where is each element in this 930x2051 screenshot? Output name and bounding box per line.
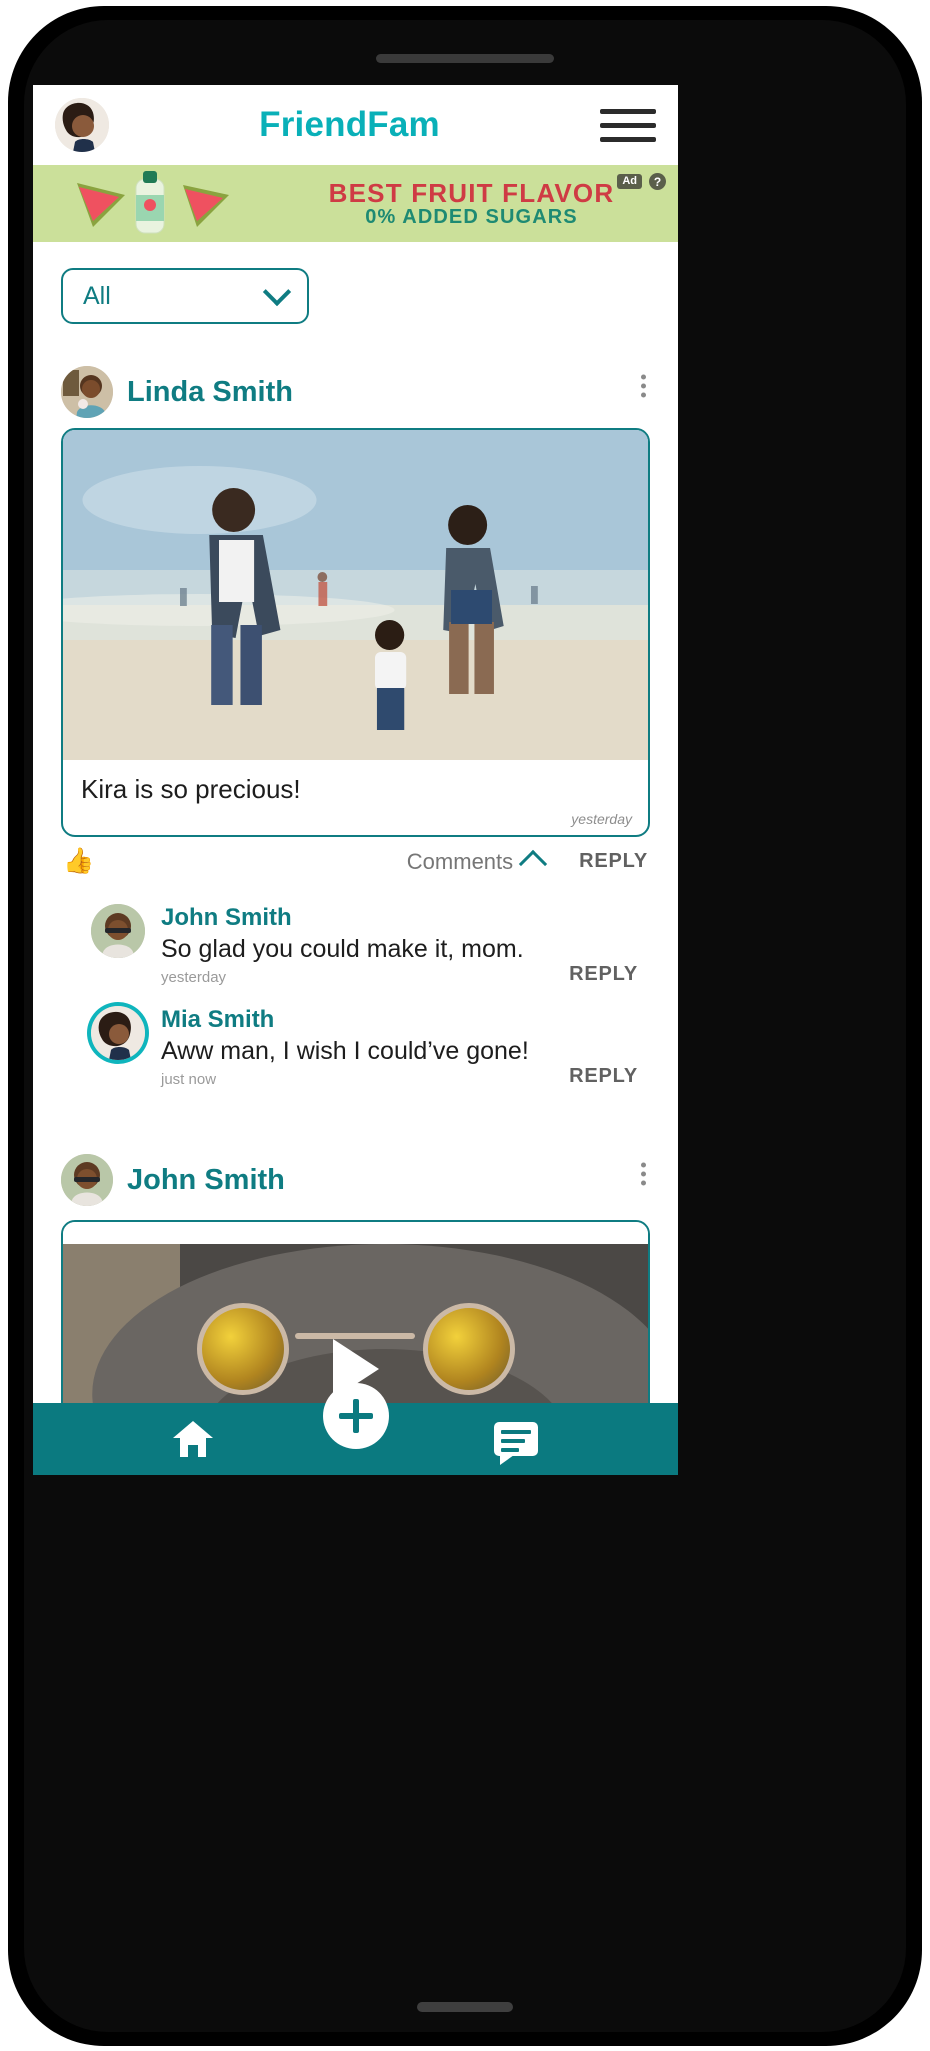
post-media-card: Kira is so precious! yesterday — [61, 428, 650, 837]
ad-headline: BEST FRUIT FLAVOR — [328, 178, 615, 209]
phone-speaker — [376, 54, 554, 63]
ad-artwork — [33, 165, 271, 242]
post-author[interactable]: Linda Smith — [127, 376, 293, 409]
comment-item: John Smith So glad you could make it, mo… — [91, 898, 650, 1000]
chat-icon[interactable] — [493, 1422, 538, 1465]
screenshot-root: FriendFam BEST FRUIT FLAVOR 0% ADDED SUG… — [0, 0, 930, 2051]
comment-list: John Smith So glad you could make it, mo… — [61, 880, 650, 1102]
ad-banner[interactable]: BEST FRUIT FLAVOR 0% ADDED SUGARS Ad ? — [33, 165, 678, 242]
avatar[interactable] — [91, 904, 145, 958]
more-options-icon[interactable] — [641, 1162, 646, 1186]
chevron-up-icon — [519, 849, 548, 878]
create-post-button[interactable] — [322, 1383, 389, 1449]
phone-home-indicator — [417, 2002, 513, 2012]
comments-toggle[interactable]: Comments — [406, 848, 548, 878]
ad-copy: BEST FRUIT FLAVOR 0% ADDED SUGARS — [265, 180, 678, 227]
reply-button[interactable]: REPLY — [579, 850, 648, 873]
comments-label: Comments — [406, 848, 514, 874]
post-author[interactable]: John Smith — [127, 1164, 285, 1197]
feed-filter-value: All — [83, 281, 111, 310]
more-options-icon[interactable] — [641, 374, 646, 398]
avatar[interactable] — [61, 1154, 113, 1206]
post-actions: Comments REPLY — [406, 848, 648, 878]
post-action-row: 👍 Comments REPLY — [61, 837, 650, 880]
video-top-strip — [63, 1222, 648, 1244]
thumbs-up-icon[interactable]: 👍 — [63, 847, 94, 876]
comment-item: Mia Smith Aww man, I wish I could’ve gon… — [91, 1000, 650, 1102]
app-screen: FriendFam BEST FRUIT FLAVOR 0% ADDED SUG… — [33, 85, 678, 1475]
filter-row: All — [33, 242, 678, 344]
page-title: FriendFam — [259, 105, 440, 144]
help-icon[interactable]: ? — [649, 173, 666, 190]
ad-markers: Ad ? — [617, 173, 666, 190]
home-icon[interactable] — [173, 1421, 214, 1457]
avatar[interactable] — [61, 366, 113, 418]
chevron-down-icon — [262, 277, 292, 307]
ad-subline: 0% ADDED SUGARS — [365, 205, 578, 228]
ad-badge: Ad — [617, 173, 642, 190]
bottom-navigation — [33, 1383, 678, 1475]
post-caption: Kira is so precious! — [81, 774, 301, 804]
post-photo[interactable] — [63, 430, 648, 760]
post-header: John Smith — [61, 1132, 650, 1216]
comment-author[interactable]: Mia Smith — [161, 1006, 650, 1034]
comment-text: So glad you could make it, mom. — [161, 935, 524, 963]
hamburger-menu-icon[interactable] — [600, 108, 656, 142]
feed: All Linda Smith Kira is so precious! yes… — [33, 242, 678, 1475]
post: Linda Smith Kira is so precious! yesterd… — [33, 344, 678, 1102]
post-header: Linda Smith — [61, 344, 650, 428]
avatar[interactable] — [55, 98, 109, 152]
feed-filter-select[interactable]: All — [61, 268, 309, 324]
comment-author[interactable]: John Smith — [161, 904, 650, 932]
avatar[interactable] — [91, 1006, 145, 1060]
post-timestamp: yesterday — [571, 811, 632, 827]
reply-button[interactable]: REPLY — [569, 1065, 638, 1088]
app-header: FriendFam — [33, 85, 678, 165]
comment-text: Aww man, I wish I could’ve gone! — [161, 1037, 529, 1065]
reply-button[interactable]: REPLY — [569, 963, 638, 986]
